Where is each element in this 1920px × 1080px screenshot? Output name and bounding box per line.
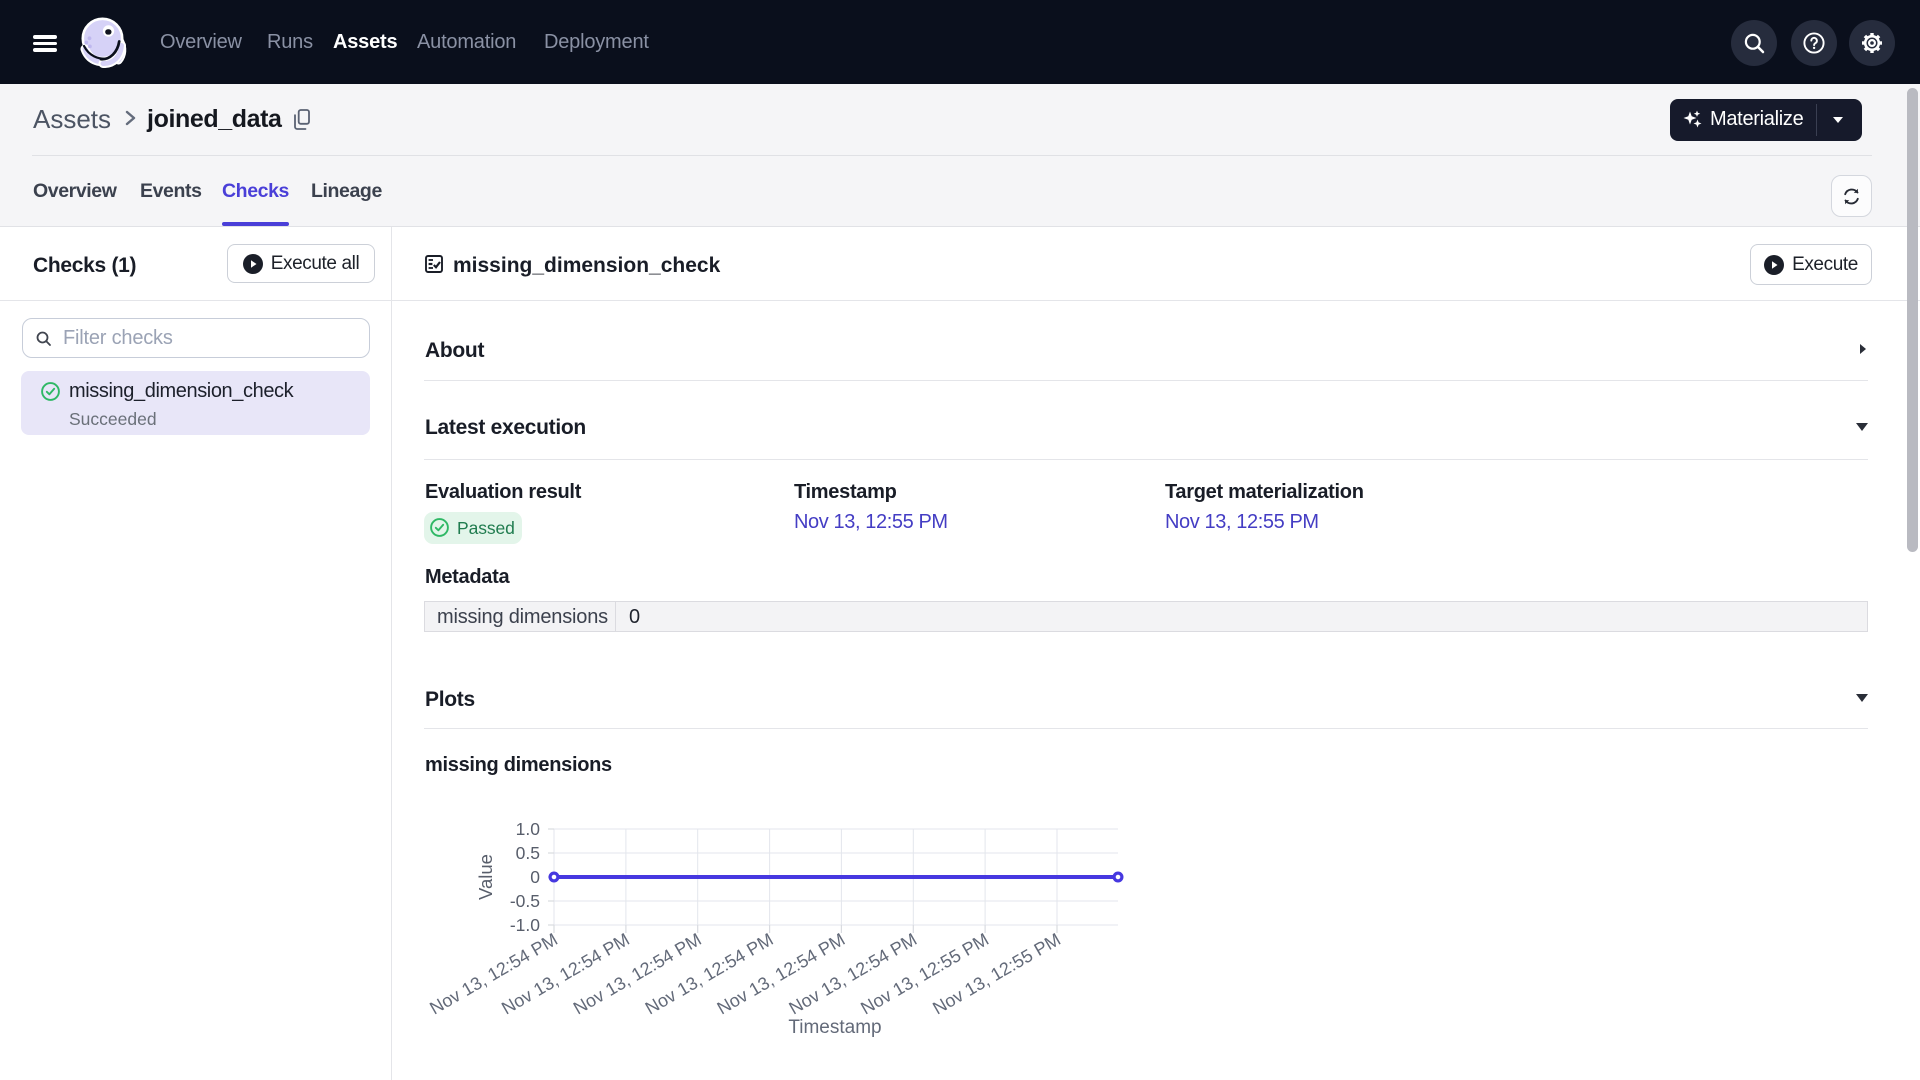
svg-text:0: 0 [530,867,540,887]
svg-text:Nov 13, 12:54 PM: Nov 13, 12:54 PM [642,929,777,1018]
svg-text:0.5: 0.5 [516,843,540,863]
svg-text:Value: Value [475,854,496,900]
svg-text:Nov 13, 12:54 PM: Nov 13, 12:54 PM [426,929,561,1018]
svg-text:Nov 13, 12:54 PM: Nov 13, 12:54 PM [786,929,921,1018]
svg-text:Nov 13, 12:54 PM: Nov 13, 12:54 PM [714,929,849,1018]
svg-text:Nov 13, 12:54 PM: Nov 13, 12:54 PM [498,929,633,1018]
svg-text:-1.0: -1.0 [510,915,540,935]
svg-text:Timestamp: Timestamp [788,1017,881,1038]
svg-text:Nov 13, 12:55 PM: Nov 13, 12:55 PM [929,929,1064,1018]
svg-text:Nov 13, 12:55 PM: Nov 13, 12:55 PM [857,929,992,1018]
svg-text:1.0: 1.0 [516,819,541,839]
svg-text:-0.5: -0.5 [510,891,540,911]
svg-text:Nov 13, 12:54 PM: Nov 13, 12:54 PM [570,929,705,1018]
